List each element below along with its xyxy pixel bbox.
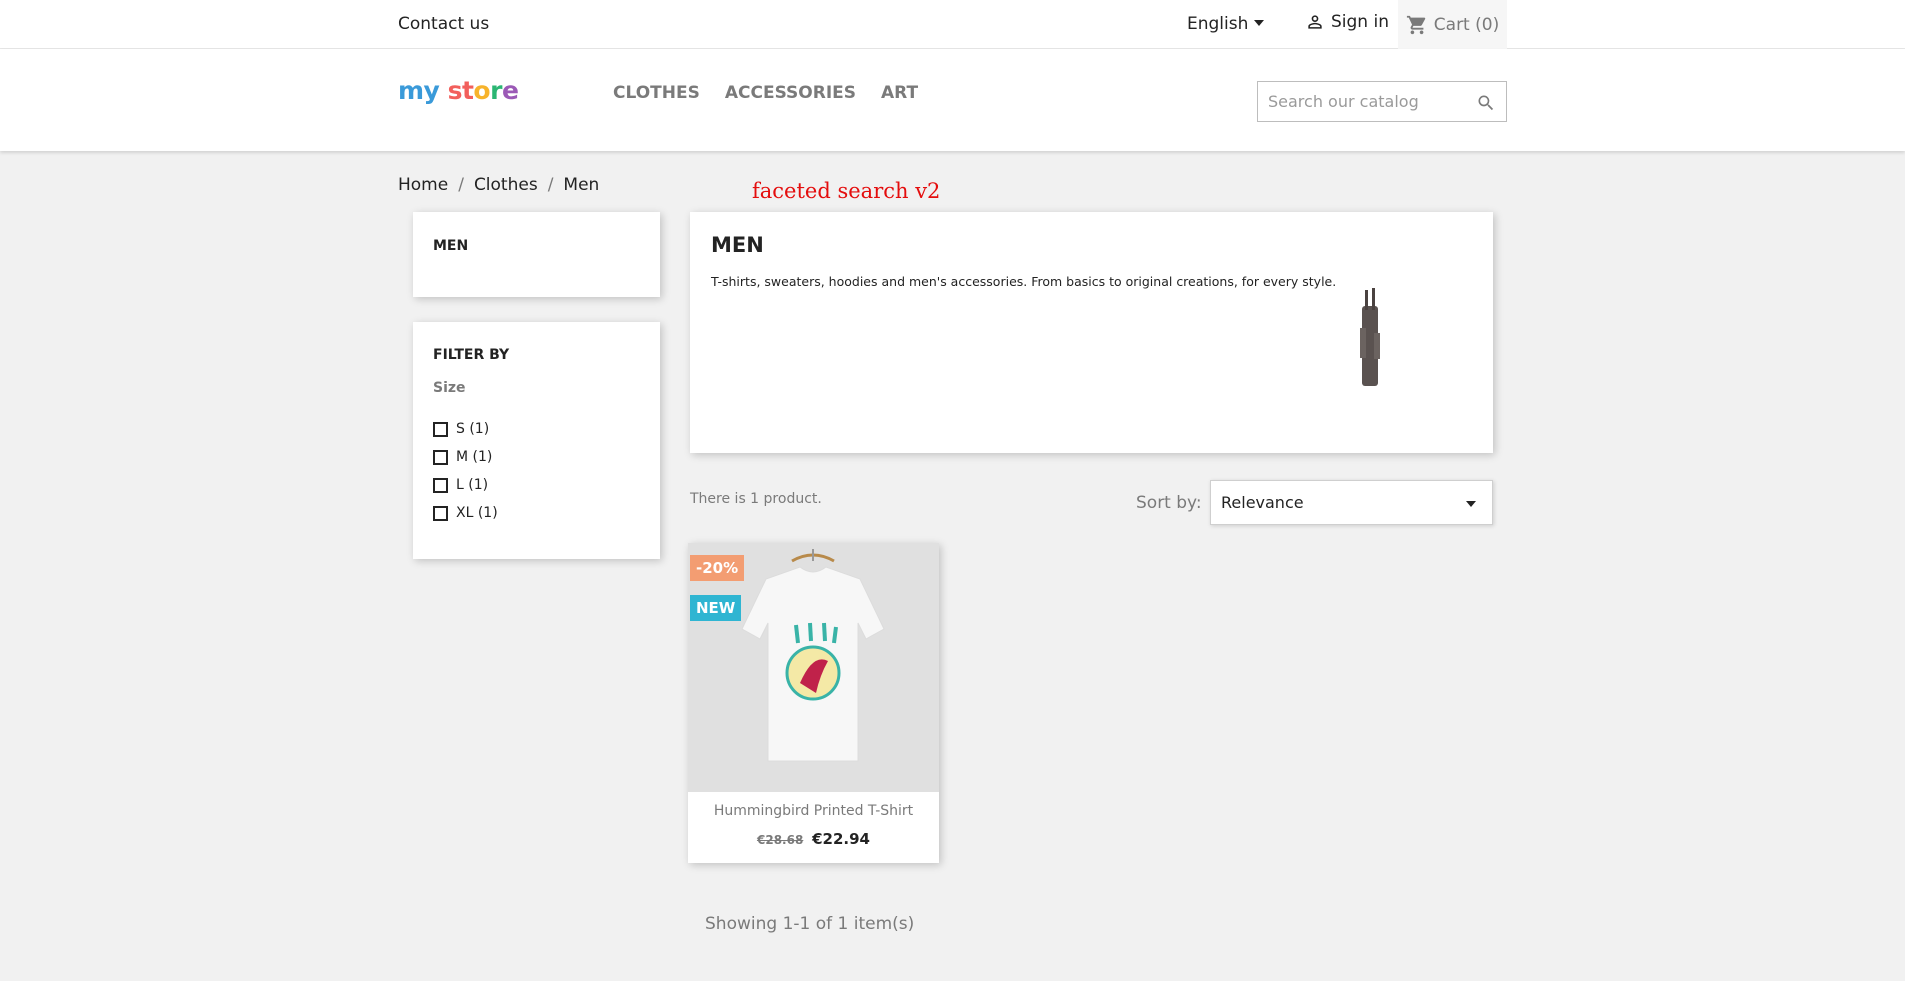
checkbox[interactable] [433,449,448,465]
caret-down-icon [1466,501,1476,507]
nav-art[interactable]: ART [881,83,918,103]
breadcrumb-separator: / [547,175,554,195]
breadcrumb: Home / Clothes / Men [398,175,599,195]
nav-accessories[interactable]: ACCESSORIES [725,83,856,103]
breadcrumb-men: Men [563,175,600,195]
checkbox[interactable] [433,477,448,493]
facet-label-size: Size [433,380,466,396]
top-bar: Contact us English Sign in Cart (0) [0,0,1905,49]
language-selector[interactable]: English [1187,14,1265,34]
sort-value: Relevance [1221,493,1304,512]
breadcrumb-clothes[interactable]: Clothes [474,175,538,195]
breadcrumb-separator: / [458,175,464,195]
product-prices: €28.68 €22.94 [688,830,939,848]
caret-down-icon [1254,20,1265,26]
product-name[interactable]: Hummingbird Printed T-Shirt [688,803,939,819]
discount-badge: -20% [690,555,745,581]
annotation-text: faceted search v2 [752,179,941,203]
regular-price: €28.68 [757,833,804,847]
pagination-summary: Showing 1-1 of 1 item(s) [705,914,915,934]
user-icon [1308,15,1322,29]
category-title: MEN [711,233,764,257]
cart-button[interactable]: Cart (0) [1398,0,1507,49]
sign-in-link[interactable]: Sign in [1305,12,1389,32]
category-tree-panel: MEN [413,212,660,297]
category-description: T-shirts, sweaters, hoodies and men's ac… [711,274,1337,289]
facet-size-xl[interactable]: XL (1) [433,505,498,521]
facet-size-s[interactable]: S (1) [433,421,489,437]
product-card[interactable]: -20% NEW Hummingbird Printed T-Shirt €28… [688,543,939,863]
product-image[interactable]: -20% NEW [688,543,939,792]
category-image [1360,288,1380,386]
search-icon[interactable] [1476,93,1496,113]
category-tree-item-men[interactable]: MEN [433,238,468,254]
main-nav: CLOTHES ACCESSORIES ART [613,83,918,103]
facet-size-l[interactable]: L (1) [433,477,488,493]
contact-us-link[interactable]: Contact us [398,14,489,34]
store-logo[interactable]: my store [398,76,519,105]
cart-label: Cart (0) [1433,14,1500,35]
nav-clothes[interactable]: CLOTHES [613,83,700,103]
product-count: There is 1 product. [690,491,822,507]
checkbox[interactable] [433,421,448,437]
search-box [1257,81,1507,122]
facet-size-m[interactable]: M (1) [433,449,492,465]
category-description-panel: MEN T-shirts, sweaters, hoodies and men'… [690,212,1493,453]
breadcrumb-home[interactable]: Home [398,175,448,195]
language-label: English [1187,14,1249,34]
main-header: my store CLOTHES ACCESSORIES ART [0,49,1905,151]
product-price: €22.94 [812,830,870,848]
new-badge: NEW [690,595,742,621]
filter-panel: FILTER BY Size S (1) M (1) L (1) XL (1) [413,322,660,559]
shopping-cart-icon [1406,15,1426,34]
filter-title: FILTER BY [433,347,510,363]
checkbox[interactable] [433,505,448,521]
sort-label: Sort by: [1136,493,1202,513]
sign-in-label: Sign in [1331,12,1389,32]
search-input[interactable] [1258,82,1468,121]
sort-dropdown[interactable]: Relevance [1210,480,1493,525]
